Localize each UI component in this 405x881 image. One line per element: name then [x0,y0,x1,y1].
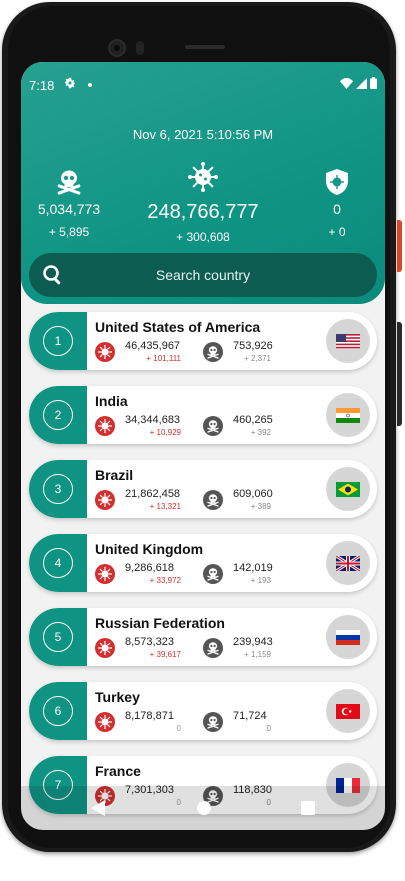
notification-dot [88,83,92,87]
country-deaths: 609,060 [233,488,273,500]
global-stats-header: 7:18 Nov 6, 2021 5:10:56 PM 5,034,773 + … [21,62,385,304]
global-deaths-total: 5,034,773 [37,201,101,217]
country-deaths-delta: + 2,371 [244,354,271,363]
search-country-bar[interactable]: Search country [29,253,377,297]
earpiece-speaker [185,45,225,49]
home-icon[interactable] [197,801,211,815]
country-cases: 8,178,871 [125,710,174,722]
country-deaths-delta: + 392 [250,428,271,437]
country-deaths: 71,724 [233,710,267,722]
android-navigation-bar [21,786,385,830]
status-time: 7:18 [29,78,55,93]
system-status-icons [340,77,377,89]
cases-virus-icon [95,342,115,362]
country-deaths-delta: + 1,159 [244,650,271,659]
flag-badge [326,541,370,585]
recent-apps-icon[interactable] [301,801,315,815]
rank-number: 6 [43,696,73,726]
search-placeholder: Search country [155,267,251,283]
country-card[interactable]: 5 Russian Federation 8,573,323 + 39,617 239,… [29,608,377,666]
country-cases: 21,862,458 [125,488,181,500]
country-deaths-delta: + 193 [250,576,271,585]
global-deaths: 5,034,773 + 5,895 [27,168,111,239]
rank-number: 4 [43,548,73,578]
country-deaths-delta: 0 [266,724,271,733]
rank-number: 3 [43,474,73,504]
country-deaths: 239,943 [233,636,273,648]
virus-icon [188,162,218,192]
skull-icon [57,170,81,195]
rank-badge: 3 [29,460,87,518]
country-cases: 46,435,967 [125,340,181,352]
global-recovered-total: 0 [333,201,341,217]
wifi-icon [340,77,353,89]
rank-badge: 4 [29,534,87,592]
country-name: India [95,393,128,409]
country-card[interactable]: 2 India 34,344,683 + 10,929 460,265 + 392 [29,386,377,444]
signal-icon [356,77,367,89]
country-name: United States of America [95,319,261,335]
cases-virus-icon [95,712,115,732]
shield-icon [326,169,348,195]
last-updated-datetime: Nov 6, 2021 5:10:56 PM [132,127,274,142]
rank-badge: 6 [29,682,87,740]
country-deaths-delta: + 389 [250,502,271,511]
settings-gear-icon [64,77,76,89]
flag-badge [326,615,370,659]
status-bar: 7:18 [21,74,385,94]
battery-icon [370,77,377,89]
app-screen: 7:18 Nov 6, 2021 5:10:56 PM 5,034,773 + … [21,62,385,830]
search-icon [43,265,61,285]
flag-badge [326,689,370,733]
country-cases-delta: + 39,617 [149,650,181,659]
rank-badge: 1 [29,312,87,370]
country-deaths: 753,926 [233,340,273,352]
global-recovered-delta: + 0 [328,225,346,239]
cases-virus-icon [95,490,115,510]
country-cases-delta: + 101,111 [146,354,181,363]
rank-number: 2 [43,400,73,430]
country-name: Brazil [95,467,134,483]
global-recovered: 0 + 0 [307,168,367,239]
country-cases: 8,573,323 [125,636,174,648]
power-button [397,220,402,272]
flag-badge [326,467,370,511]
back-icon[interactable] [91,800,105,816]
rank-badge: 2 [29,386,87,444]
country-card[interactable]: 3 Brazil 21,862,458 + 13,321 609,060 + 389 [29,460,377,518]
country-cases-delta: 0 [176,724,181,733]
country-cases-delta: + 13,321 [149,502,181,511]
cases-virus-icon [95,416,115,436]
global-cases-total: 248,766,777 [147,201,259,223]
country-card[interactable]: 1 United States of America 46,435,967 + 101… [29,312,377,370]
flag-badge [326,393,370,437]
global-deaths-delta: + 5,895 [48,225,90,239]
country-deaths: 142,019 [233,562,273,574]
country-name: France [95,763,141,779]
country-name: Turkey [95,689,140,705]
rank-badge: 5 [29,608,87,666]
country-cases-delta: + 10,929 [149,428,181,437]
cases-virus-icon [95,638,115,658]
country-deaths: 460,265 [233,414,273,426]
country-cases-delta: + 33,972 [149,576,181,585]
global-cases: 248,766,777 + 300,608 [133,162,273,244]
country-name: Russian Federation [95,615,225,631]
flag-badge [326,319,370,363]
volume-rocker [397,322,402,426]
country-card[interactable]: 6 Turkey 8,178,871 0 71,724 0 [29,682,377,740]
country-name: United Kingdom [95,541,204,557]
country-cases: 34,344,683 [125,414,181,426]
rank-number: 1 [43,326,73,356]
rank-number: 5 [43,622,73,652]
front-camera [108,39,126,57]
country-card[interactable]: 4 United Kingdom 9,286,618 + 33,972 142,019 +… [29,534,377,592]
cases-virus-icon [95,564,115,584]
global-cases-delta: + 300,608 [176,230,230,244]
country-cases: 9,286,618 [125,562,174,574]
proximity-sensor [136,41,144,55]
